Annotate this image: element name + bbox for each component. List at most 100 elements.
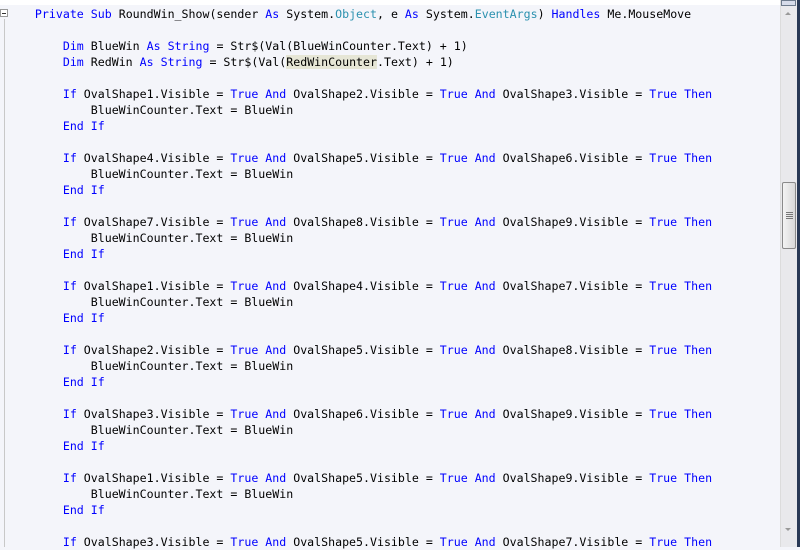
- code-token: OvalShape1.Visible =: [76, 471, 231, 485]
- code-line[interactable]: [7, 70, 780, 86]
- code-token: OvalShape4.Visible =: [76, 151, 231, 165]
- keyword-token: End If: [62, 311, 105, 325]
- code-token: OvalShape2.Visible =: [76, 343, 231, 357]
- code-token: OvalShape6.Visible =: [286, 407, 440, 421]
- keyword-token: True: [649, 215, 678, 229]
- keyword-token: And: [265, 215, 287, 229]
- code-line[interactable]: End If: [7, 182, 780, 198]
- code-editor[interactable]: Private Sub RoundWin_Show(sender As Syst…: [7, 6, 780, 550]
- code-line[interactable]: [7, 454, 780, 470]
- code-token: OvalShape2.Visible =: [286, 87, 440, 101]
- keyword-token: True: [230, 151, 259, 165]
- code-token: OvalShape9.Visible =: [495, 407, 650, 421]
- keyword-token: True: [649, 151, 678, 165]
- code-line[interactable]: End If: [7, 118, 780, 134]
- code-line[interactable]: Dim BlueWin As String = Str$(Val(BlueWin…: [7, 38, 780, 54]
- keyword-token: True: [649, 279, 678, 293]
- scroll-down-arrow-icon[interactable]: [785, 528, 791, 531]
- code-line[interactable]: If OvalShape1.Visible = True And OvalSha…: [7, 278, 780, 294]
- keyword-token: If: [62, 407, 77, 421]
- code-token: OvalShape5.Visible =: [286, 343, 440, 357]
- keyword-token: Sub: [90, 7, 112, 21]
- code-line[interactable]: If OvalShape1.Visible = True And OvalSha…: [7, 470, 780, 486]
- code-token: OvalShape6.Visible =: [495, 151, 650, 165]
- code-line[interactable]: BlueWinCounter.Text = BlueWin: [7, 166, 780, 182]
- code-line[interactable]: End If: [7, 246, 780, 262]
- code-line[interactable]: [7, 262, 780, 278]
- code-token: RoundWin_Show(sender: [111, 7, 266, 21]
- code-line[interactable]: If OvalShape3.Visible = True And OvalSha…: [7, 534, 780, 550]
- vertical-scrollbar[interactable]: [780, 0, 797, 547]
- code-token: BlueWinCounter.Text = BlueWin: [7, 231, 294, 245]
- keyword-token: True: [230, 87, 259, 101]
- code-token: OvalShape8.Visible =: [286, 215, 440, 229]
- keyword-token: True: [439, 343, 468, 357]
- keyword-token: If: [62, 87, 77, 101]
- code-line[interactable]: End If: [7, 502, 780, 518]
- keyword-token: Then: [684, 279, 713, 293]
- code-line[interactable]: Private Sub RoundWin_Show(sender As Syst…: [7, 6, 780, 22]
- code-line[interactable]: End If: [7, 310, 780, 326]
- keyword-token: True: [439, 407, 468, 421]
- code-line[interactable]: If OvalShape2.Visible = True And OvalSha…: [7, 342, 780, 358]
- keyword-token: As: [265, 7, 280, 21]
- code-token: BlueWin: [83, 39, 147, 53]
- code-token: Me.MouseMove: [600, 7, 692, 21]
- scroll-up-arrow-icon[interactable]: [785, 12, 791, 15]
- code-line[interactable]: If OvalShape1.Visible = True And OvalSha…: [7, 86, 780, 102]
- code-token: System.: [418, 7, 475, 21]
- keyword-token: And: [474, 343, 496, 357]
- code-line[interactable]: [7, 198, 780, 214]
- keyword-token: As: [146, 39, 161, 53]
- type-token: Object: [335, 7, 377, 21]
- keyword-token: Then: [684, 215, 713, 229]
- code-line[interactable]: End If: [7, 374, 780, 390]
- code-line[interactable]: BlueWinCounter.Text = BlueWin: [7, 358, 780, 374]
- code-token: OvalShape1.Visible =: [76, 279, 231, 293]
- keyword-token: As: [139, 55, 154, 69]
- code-token: BlueWinCounter.Text = BlueWin: [7, 423, 294, 437]
- code-line[interactable]: If OvalShape4.Visible = True And OvalSha…: [7, 150, 780, 166]
- code-line[interactable]: Dim RedWin As String = Str$(Val(RedWinCo…: [7, 54, 780, 70]
- code-line[interactable]: BlueWinCounter.Text = BlueWin: [7, 102, 780, 118]
- code-line[interactable]: End If: [7, 438, 780, 454]
- grip-icon: [786, 212, 793, 219]
- code-line[interactable]: If OvalShape7.Visible = True And OvalSha…: [7, 214, 780, 230]
- split-view-button[interactable]: [781, 0, 796, 6]
- code-token: OvalShape5.Visible =: [286, 471, 440, 485]
- keyword-token: End If: [62, 375, 105, 389]
- code-line[interactable]: BlueWinCounter.Text = BlueWin: [7, 230, 780, 246]
- keyword-token: True: [649, 471, 678, 485]
- code-line[interactable]: BlueWinCounter.Text = BlueWin: [7, 294, 780, 310]
- code-line[interactable]: BlueWinCounter.Text = BlueWin: [7, 486, 780, 502]
- keyword-token: If: [62, 151, 77, 165]
- highlighted-token: RedWinCounter: [286, 55, 377, 69]
- code-token: OvalShape7.Visible =: [495, 279, 650, 293]
- code-line[interactable]: BlueWinCounter.Text = BlueWin: [7, 422, 780, 438]
- keyword-token: Then: [684, 471, 713, 485]
- keyword-token: End If: [62, 247, 105, 261]
- code-token: = Str$(Val(BlueWinCounter.Text) + 1): [209, 39, 468, 53]
- code-line[interactable]: [7, 390, 780, 406]
- code-line[interactable]: If OvalShape3.Visible = True And OvalSha…: [7, 406, 780, 422]
- scrollbar-thumb[interactable]: [782, 182, 796, 249]
- code-line[interactable]: [7, 326, 780, 342]
- code-line[interactable]: [7, 22, 780, 38]
- keyword-token: String: [167, 39, 210, 53]
- code-token: BlueWinCounter.Text = BlueWin: [7, 487, 294, 501]
- code-token: OvalShape7.Visible =: [76, 215, 231, 229]
- code-line[interactable]: [7, 134, 780, 150]
- code-line[interactable]: [7, 518, 780, 534]
